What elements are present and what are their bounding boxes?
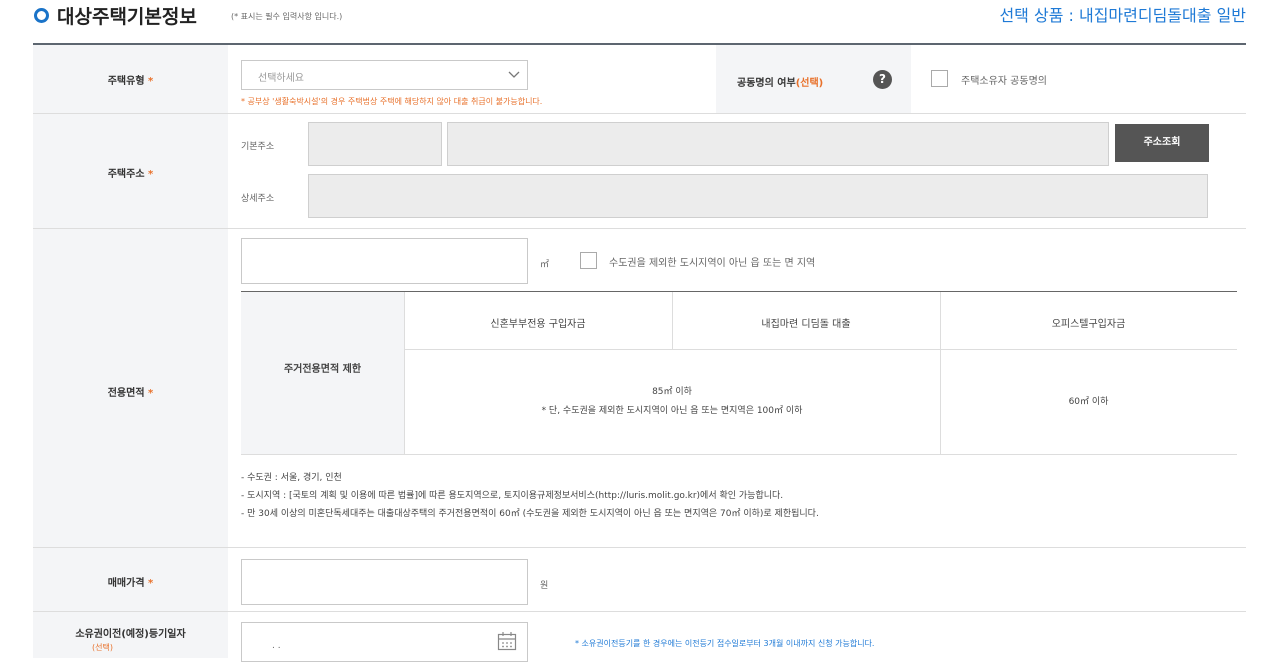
inner-row-divider <box>404 349 1237 350</box>
selected-product: 선택 상품 : 내집마련디딤돌대출 일반 <box>999 6 1246 25</box>
section-title: 대상주택기본정보 <box>34 2 197 29</box>
transfer-note: * 소유권이전등기를 한 경우에는 이전등기 접수일로부터 3개월 이내까지 신… <box>575 639 875 648</box>
address-label: 주택주소 * <box>107 169 154 180</box>
address-label-cell: 주택주소 * <box>33 114 228 228</box>
required-note: (* 표시는 필수 입력사항 입니다.) <box>231 12 343 21</box>
transfer-label-cell: 소유권이전(예정)등기일자 (선택) <box>33 612 228 658</box>
price-label: 매매가격 * <box>107 578 154 589</box>
price-label-cell: 매매가격 * <box>33 548 228 611</box>
transfer-label: 소유권이전(예정)등기일자 <box>75 629 186 640</box>
joint-label: 공동명의 여부(선택) <box>737 78 824 89</box>
area-note: - 만 30세 이상의 미혼단독세대주는 대출대상주택의 주거전용면적이 60㎡… <box>241 509 819 519</box>
inner-row-header: 주거전용면적 제한 <box>283 364 362 375</box>
rural-area-checkbox-label: 수도권을 제외한 도시지역이 아닌 읍 또는 면 지역 <box>609 258 816 269</box>
house-type-label: 주택유형 * <box>107 76 154 87</box>
area-unit: ㎡ <box>540 260 550 270</box>
merged-limit-value: 85㎡ 이하 <box>652 387 692 397</box>
transfer-date-input[interactable]: . . <box>241 622 528 662</box>
area-input[interactable] <box>241 238 528 284</box>
chevron-down-icon <box>508 71 520 78</box>
area-label: 전용면적 * <box>107 388 154 399</box>
section-title-text: 대상주택기본정보 <box>57 6 197 28</box>
rural-area-checkbox[interactable] <box>580 252 597 269</box>
col-newlywed: 신혼부부전용 구입자금 <box>490 319 586 330</box>
calendar-icon[interactable] <box>497 631 517 651</box>
price-input[interactable] <box>241 559 528 605</box>
bullet-ring-icon <box>34 8 49 23</box>
zipcode-field[interactable] <box>308 122 442 166</box>
joint-label-cell: 공동명의 여부(선택) ? <box>716 45 911 113</box>
area-label-cell: 전용면적 * <box>33 229 228 547</box>
joint-ownership-checkbox[interactable] <box>931 70 948 87</box>
transfer-optional: (선택) <box>92 643 113 652</box>
detail-address-field[interactable] <box>308 174 1208 218</box>
address-search-button[interactable]: 주소조회 <box>1115 124 1209 162</box>
house-type-label-cell: 주택유형 * <box>33 45 228 113</box>
officetel-limit-value: 60㎡ 이하 <box>1068 397 1109 407</box>
merged-limit-exception: * 단, 수도권을 제외한 도시지역이 아닌 읍 또는 면지역은 100㎡ 이하 <box>541 406 803 416</box>
house-type-select[interactable]: 선택하세요 <box>241 60 528 90</box>
detail-address-label: 상세주소 <box>241 194 275 204</box>
basic-address-label: 기본주소 <box>241 142 275 152</box>
basic-address-field[interactable] <box>447 122 1109 166</box>
price-unit: 원 <box>540 581 549 591</box>
col-officetel: 오피스텔구입자금 <box>1051 319 1126 330</box>
help-icon[interactable]: ? <box>873 70 892 89</box>
house-type-warning: * 공부상 '생활숙박시설'의 경우 주택법상 주택에 해당하지 않아 대출 취… <box>241 97 543 106</box>
inner-table-bottom-border <box>241 454 1237 455</box>
area-note: - 도시지역 : [국토의 계획 및 이용에 따른 법률]에 따른 용도지역으로… <box>241 491 784 501</box>
area-notes: - 수도권 : 서울, 경기, 인천 - 도시지역 : [국토의 계획 및 이용… <box>241 469 819 523</box>
col-didimdol: 내집마련 디딤돌 대출 <box>761 319 851 330</box>
house-type-select-value: 선택하세요 <box>258 73 304 84</box>
transfer-date-value: . . <box>272 641 281 651</box>
area-note: - 수도권 : 서울, 경기, 인천 <box>241 473 342 483</box>
joint-ownership-checkbox-label: 주택소유자 공동명의 <box>961 76 1047 87</box>
